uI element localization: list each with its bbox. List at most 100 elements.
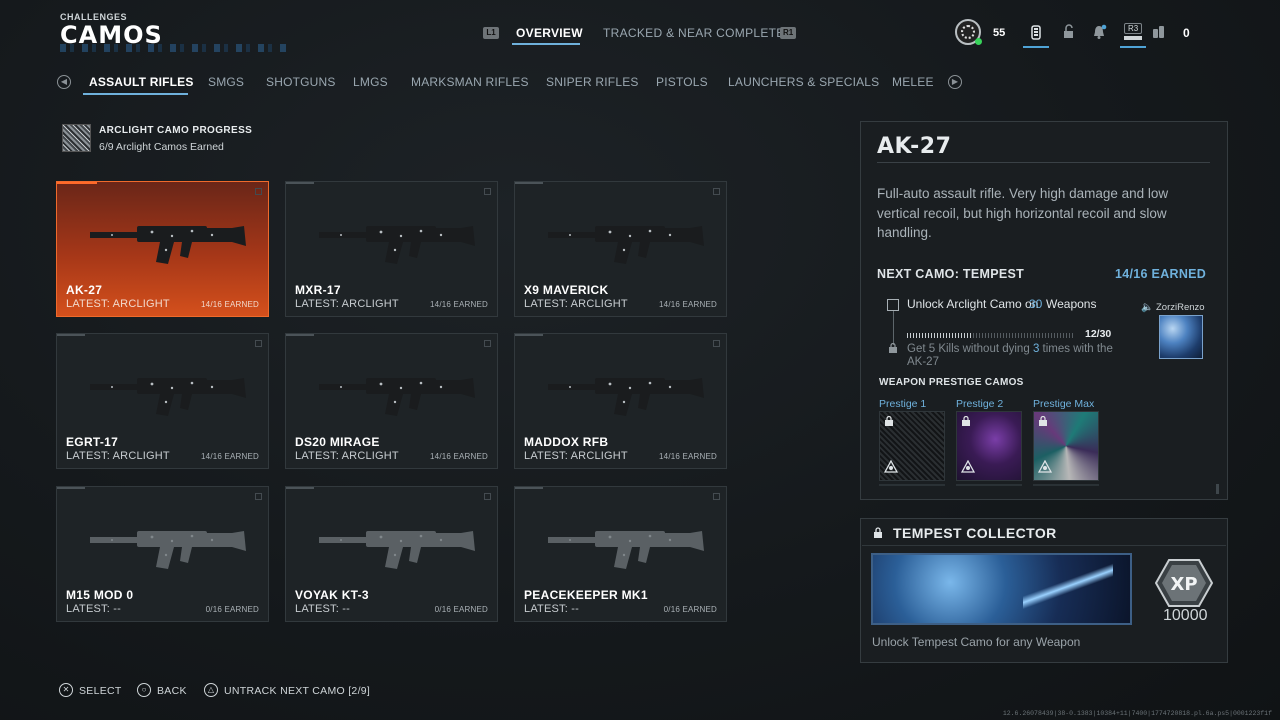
prestige-2-label: Prestige 2 [956, 398, 1004, 410]
category-marksman-rifles[interactable]: MARKSMAN RIFLES [411, 75, 529, 89]
weapon-latest-camo: LATEST: -- [295, 603, 350, 615]
category-next-icon[interactable]: ▶ [948, 75, 962, 89]
untrack-prompt[interactable]: UNTRACK NEXT CAMO [2/9] [224, 685, 370, 697]
card-corner-mark [713, 188, 720, 195]
track-checkbox[interactable] [887, 299, 899, 311]
challenge-1-count: 12/30 [1085, 328, 1112, 340]
challenge-1-text-end: Weapons [1046, 297, 1097, 311]
card-corner-mark [484, 340, 491, 347]
weapon-image [90, 378, 246, 416]
select-prompt[interactable]: SELECT [79, 685, 122, 697]
weapon-earned-count: 14/16 EARNED [659, 300, 717, 309]
weapon-image [90, 226, 246, 264]
l1-button-hint[interactable]: L1 [483, 27, 499, 39]
weapon-latest-camo: LATEST: -- [524, 603, 579, 615]
card-top-accent [286, 334, 314, 336]
tab-active-indicator [512, 43, 580, 45]
next-camo-earned: 14/16 EARNED [1115, 267, 1207, 281]
category-sniper-rifles[interactable]: SNIPER RIFLES [546, 75, 639, 89]
card-corner-mark [255, 340, 262, 347]
card-top-accent [515, 334, 543, 336]
lock-icon [885, 416, 893, 426]
triangle-button-icon[interactable]: △ [204, 683, 218, 697]
card-top-accent [286, 182, 314, 184]
divider [862, 545, 1226, 546]
category-lmgs[interactable]: LMGS [353, 75, 388, 89]
r3-indicator-line [1120, 46, 1146, 48]
category-smgs[interactable]: SMGS [208, 75, 244, 89]
category-pistols[interactable]: PISTOLS [656, 75, 708, 89]
weapon-image [548, 378, 704, 416]
category-launchers-specials[interactable]: LAUNCHERS & SPECIALS [728, 75, 879, 89]
reward-title: TEMPEST COLLECTOR [893, 525, 1057, 541]
camo-progress-title: ARCLIGHT CAMO PROGRESS [99, 125, 253, 136]
weapon-latest-camo: LATEST: ARCLIGHT [524, 450, 628, 462]
detail-scroll-indicator[interactable] [1216, 484, 1219, 494]
weapon-card[interactable]: PEACEKEEPER MK1 LATEST: -- 0/16 EARNED [514, 486, 727, 622]
bell-icon[interactable] [1091, 24, 1107, 40]
weapon-card[interactable]: MXR-17 LATEST: ARCLIGHT 14/16 EARNED [285, 181, 498, 317]
reward-description: Unlock Tempest Camo for any Weapon [872, 635, 1081, 649]
weapon-card[interactable]: X9 MAVERICK LATEST: ARCLIGHT 14/16 EARNED [514, 181, 727, 317]
prestige-max-camo-tile[interactable] [1033, 411, 1099, 481]
weapon-image [548, 531, 704, 569]
weapon-card[interactable]: M15 MOD 0 LATEST: -- 0/16 EARNED [56, 486, 269, 622]
category-shotguns[interactable]: SHOTGUNS [266, 75, 336, 89]
weapon-latest-camo: LATEST: ARCLIGHT [295, 450, 399, 462]
card-top-accent [286, 487, 314, 489]
weapon-name: M15 MOD 0 [66, 588, 134, 602]
tab-tracked-near-complete[interactable]: TRACKED & NEAR COMPLETE [603, 26, 785, 40]
challenge-2-text: Get 5 Kills without dying 3 times with t… [907, 343, 1113, 368]
weapon-image [548, 226, 704, 264]
r3-button-hint[interactable]: R3 [1124, 23, 1143, 34]
lock-icon [1039, 416, 1047, 426]
weapon-card[interactable]: VOYAK KT-3 LATEST: -- 0/16 EARNED [285, 486, 498, 622]
weapon-card[interactable]: AK-27 LATEST: ARCLIGHT 14/16 EARNED [56, 181, 269, 317]
category-active-indicator [83, 93, 188, 95]
r1-button-hint[interactable]: R1 [780, 27, 797, 39]
prestige-max-underline [1033, 484, 1099, 486]
challenge-1-text: Unlock Arclight Camo on [907, 297, 1039, 311]
cross-button-icon[interactable]: ✕ [59, 683, 73, 697]
card-corner-mark [484, 188, 491, 195]
weapon-image [319, 226, 475, 264]
category-assault-rifles[interactable]: ASSAULT RIFLES [89, 75, 194, 89]
player-level: 55 [993, 27, 1006, 39]
prestige-camos-title: WEAPON PRESTIGE CAMOS [879, 377, 1024, 388]
card-corner-mark [713, 340, 720, 347]
weapon-card[interactable]: MADDOX RFB LATEST: ARCLIGHT 14/16 EARNED [514, 333, 727, 469]
prestige-1-camo-tile[interactable] [879, 411, 945, 481]
xp-badge-icon: XP [1155, 559, 1213, 607]
camo-progress-subtitle: 6/9 Arclight Camos Earned [99, 141, 224, 153]
build-info: 12.6.26078439|38-0.1383|10384+11|7400|17… [1002, 710, 1272, 717]
tab-overview[interactable]: OVERVIEW [516, 26, 583, 40]
challenge-2-target: 3 [1032, 343, 1040, 355]
weapon-image [319, 378, 475, 416]
weapon-card[interactable]: EGRT-17 LATEST: ARCLIGHT 14/16 EARNED [56, 333, 269, 469]
next-camo-title: NEXT CAMO: TEMPEST [877, 267, 1025, 281]
prestige-icon [1038, 460, 1052, 473]
category-prev-icon[interactable]: ◀ [57, 75, 71, 89]
tempest-camo-thumbnail [1159, 315, 1203, 359]
weapon-card[interactable]: DS20 MIRAGE LATEST: ARCLIGHT 14/16 EARNED [285, 333, 498, 469]
weapon-earned-count: 0/16 EARNED [434, 605, 488, 614]
prestige-1-label: Prestige 1 [879, 398, 927, 410]
card-top-accent [515, 182, 543, 184]
weapon-latest-camo: LATEST: ARCLIGHT [524, 298, 628, 310]
circle-button-icon[interactable]: ○ [137, 683, 151, 697]
currency-icon[interactable] [1151, 24, 1167, 40]
prestige-2-camo-tile[interactable] [956, 411, 1022, 481]
lock-icon[interactable] [1061, 24, 1077, 40]
challenge-1-target: 30 [1029, 297, 1043, 311]
category-melee[interactable]: MELEE [892, 75, 934, 89]
camo-artist-credit: ZorziRenzo [1156, 302, 1205, 313]
detail-weapon-description: Full-auto assault rifle. Very high damag… [877, 186, 1169, 240]
card-corner-mark [255, 188, 262, 195]
card-top-accent [515, 487, 543, 489]
back-prompt[interactable]: BACK [157, 685, 187, 697]
title-decoration [60, 44, 290, 52]
weapon-name: VOYAK KT-3 [295, 588, 369, 602]
weapon-name: MADDOX RFB [524, 435, 609, 449]
battery-icon[interactable] [1028, 24, 1044, 40]
challenge-1-progress-fill [907, 333, 973, 338]
